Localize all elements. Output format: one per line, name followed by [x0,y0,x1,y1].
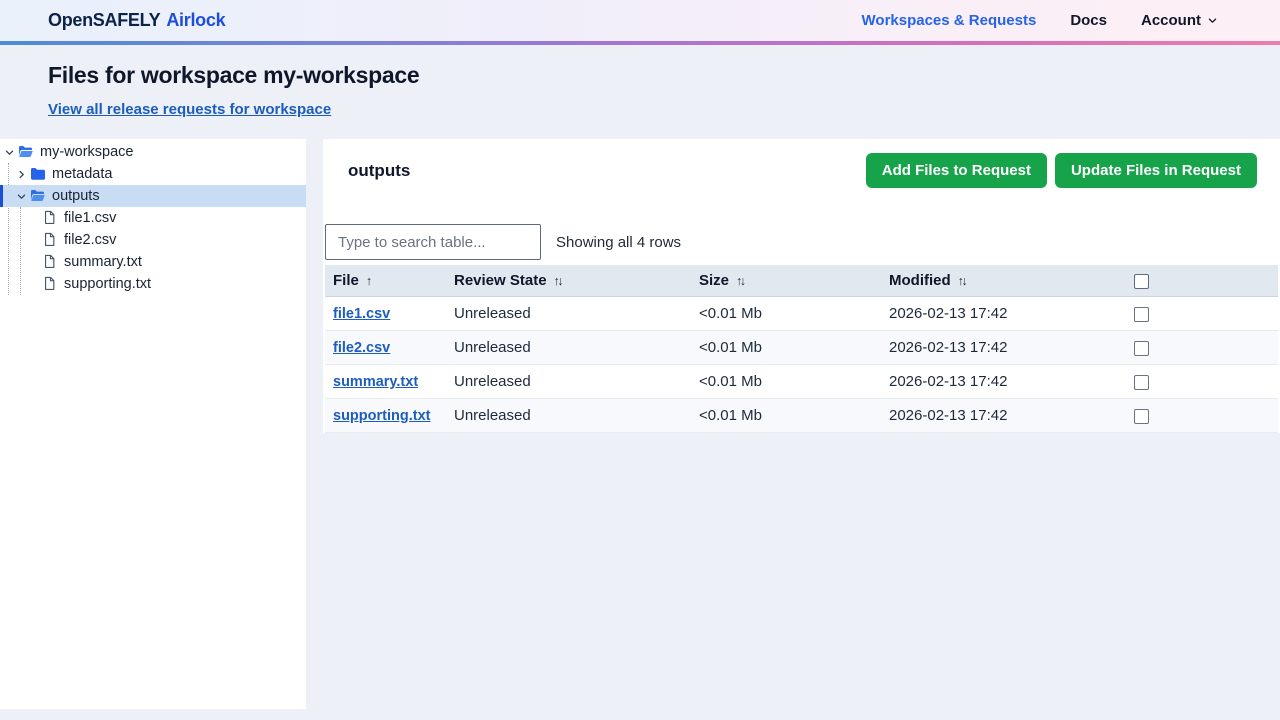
tree-item-file2-csv[interactable]: file2.csv [0,229,306,251]
size-cell: <0.01 Mb [691,398,881,433]
chevron-down-icon [1207,15,1218,26]
tree-item-label: supporting.txt [64,276,152,292]
table-search-input[interactable] [325,224,541,260]
top-navbar: OpenSAFELY Airlock Workspaces & Requests… [0,0,1280,41]
update-files-in-request-button[interactable]: Update Files in Request [1054,153,1257,188]
column-header-file[interactable]: File ↑ [325,265,446,297]
column-header-size[interactable]: Size ↑↓ [691,265,881,297]
content-area: my-workspace metadata outputs file1.csv … [0,139,1280,709]
folder-open-icon [30,188,46,204]
sort-unsorted-icon: ↑↓ [957,274,968,288]
modified-cell: 2026-02-13 17:42 [881,330,1120,365]
table-toolbar: Showing all 4 rows [325,224,1278,260]
select-all-checkbox[interactable] [1134,273,1149,289]
review-state-cell: Unreleased [446,296,691,331]
tree-item-metadata[interactable]: metadata [0,163,306,185]
chevron-down-icon [2,145,16,159]
column-header-review-state[interactable]: Review State ↑↓ [446,265,691,297]
nav-links: Workspaces & Requests Docs Account [862,12,1218,29]
table-header-row: File ↑ Review State ↑↓ Size ↑↓ Modified ↑↓ [325,265,1278,297]
account-label: Account [1141,12,1201,29]
folder-closed-icon [30,166,46,182]
file-link[interactable]: file1.csv [333,306,390,322]
file-icon [42,232,58,248]
account-menu[interactable]: Account [1141,12,1218,29]
tree-item-summary-txt[interactable]: summary.txt [0,251,306,273]
tree-item-label: file2.csv [64,232,117,248]
panel-header: outputs Add Files to Request Update File… [323,139,1280,204]
add-files-to-request-button[interactable]: Add Files to Request [865,153,1047,188]
tree-item-label: file1.csv [64,210,117,226]
page-title: Files for workspace my-workspace [48,62,420,88]
tree-item-outputs[interactable]: outputs [0,185,306,207]
view-release-requests-link[interactable]: View all release requests for workspace [48,101,331,118]
file-link[interactable]: summary.txt [333,374,418,390]
nav-link-docs[interactable]: Docs [1070,12,1107,29]
nav-link-workspaces-requests[interactable]: Workspaces & Requests [862,12,1037,29]
file-tree: my-workspace metadata outputs file1.csv … [0,139,306,709]
tree-item-supporting-txt[interactable]: supporting.txt [0,273,306,295]
file-icon [42,210,58,226]
table-row: file1.csv Unreleased <0.01 Mb 2026-02-13… [325,296,1278,331]
brand-secondary: Airlock [166,10,226,30]
page-header: Files for workspace my-workspace View al… [0,45,1280,139]
tree-item-label: my-workspace [40,144,134,160]
file-link[interactable]: supporting.txt [333,408,430,424]
size-cell: <0.01 Mb [691,364,881,399]
tree-item-label: outputs [52,188,100,204]
modified-cell: 2026-02-13 17:42 [881,398,1120,433]
sort-asc-icon: ↑ [365,274,373,288]
files-table: File ↑ Review State ↑↓ Size ↑↓ Modified ↑↓ [325,265,1278,433]
modified-cell: 2026-02-13 17:42 [881,296,1120,331]
table-row: supporting.txt Unreleased <0.01 Mb 2026-… [325,398,1278,433]
size-cell: <0.01 Mb [691,296,881,331]
file-link[interactable]: file2.csv [333,340,390,356]
column-header-select [1120,265,1278,297]
sort-unsorted-icon: ↑↓ [553,274,564,288]
tree-item-my-workspace[interactable]: my-workspace [0,141,306,163]
row-checkbox[interactable] [1134,306,1149,322]
tree-item-label: summary.txt [64,254,142,270]
modified-cell: 2026-02-13 17:42 [881,364,1120,399]
row-checkbox[interactable] [1134,374,1149,390]
size-cell: <0.01 Mb [691,330,881,365]
row-count-status: Showing all 4 rows [556,233,682,251]
panel-title: outputs [348,160,411,180]
chevron-right-icon [14,167,28,181]
tree-item-file1-csv[interactable]: file1.csv [0,207,306,229]
brand-logo[interactable]: OpenSAFELY Airlock [48,10,226,31]
action-buttons: Add Files to Request Update Files in Req… [865,153,1257,188]
brand-primary: OpenSAFELY [48,10,161,30]
file-icon [42,276,58,292]
row-checkbox[interactable] [1134,408,1149,424]
folder-open-icon [18,144,34,160]
tree-item-label: metadata [52,166,113,182]
review-state-cell: Unreleased [446,330,691,365]
file-icon [42,254,58,270]
column-header-modified[interactable]: Modified ↑↓ [881,265,1120,297]
table-row: summary.txt Unreleased <0.01 Mb 2026-02-… [325,364,1278,399]
review-state-cell: Unreleased [446,398,691,433]
main-panel: outputs Add Files to Request Update File… [323,139,1280,433]
review-state-cell: Unreleased [446,364,691,399]
chevron-down-icon [14,189,28,203]
table-row: file2.csv Unreleased <0.01 Mb 2026-02-13… [325,330,1278,365]
sort-unsorted-icon: ↑↓ [736,274,746,288]
row-checkbox[interactable] [1134,340,1149,356]
